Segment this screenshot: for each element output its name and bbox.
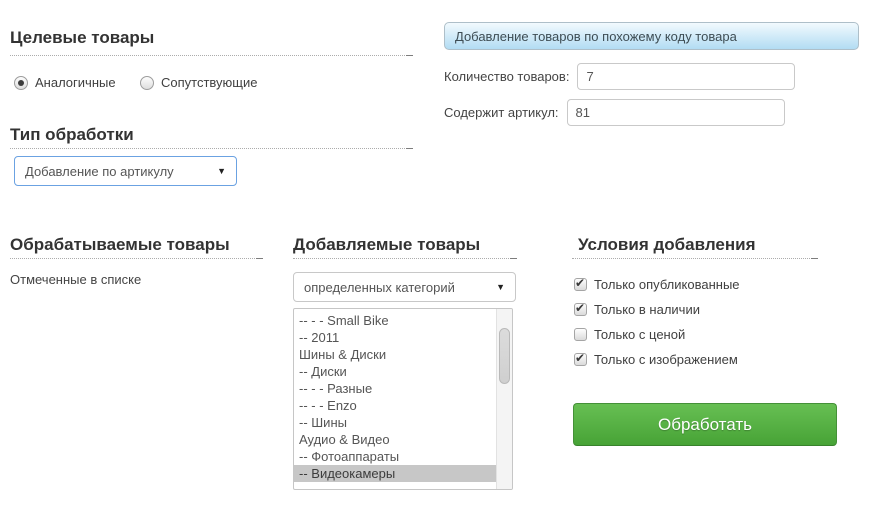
checkbox-only-with-image-label[interactable]: Только с изображением bbox=[594, 352, 738, 367]
processed-products-title: Обрабатываемые товары bbox=[10, 235, 230, 255]
processing-type-title: Тип обработки bbox=[10, 125, 134, 145]
radio-related[interactable]: Сопутствующие bbox=[140, 75, 257, 90]
checkbox-only-published-label[interactable]: Только опубликованные bbox=[594, 277, 740, 292]
sku-contains-field-row: Содержит артикул: bbox=[444, 98, 785, 126]
radio-related-label[interactable]: Сопутствующие bbox=[161, 75, 257, 90]
bulk-product-processing-page: Целевые товары Аналогичные Сопутствующие… bbox=[0, 0, 892, 511]
checkbox-only-with-price-label[interactable]: Только с ценой bbox=[594, 327, 685, 342]
category-option[interactable]: -- 2011 bbox=[294, 329, 496, 346]
info-message-text: Добавление товаров по похожему коду това… bbox=[455, 29, 737, 44]
category-option[interactable]: -- Видеокамеры bbox=[294, 465, 496, 482]
listbox-scrollbar-thumb[interactable] bbox=[499, 328, 510, 384]
categories-list: -- - - Small Bike -- 2011 Шины & Диски -… bbox=[294, 312, 496, 482]
processed-products-note: Отмеченные в списке bbox=[10, 272, 141, 287]
category-option[interactable]: -- Фотоаппараты bbox=[294, 448, 496, 465]
category-source-selected-value: определенных категорий bbox=[304, 280, 455, 295]
radio-icon[interactable] bbox=[140, 76, 154, 90]
checkbox-only-in-stock-label[interactable]: Только в наличии bbox=[594, 302, 700, 317]
divider bbox=[10, 148, 413, 149]
checkbox-only-with-price[interactable]: Только с ценой bbox=[574, 327, 685, 342]
checkbox-only-with-image[interactable]: Только с изображением bbox=[574, 352, 738, 367]
product-count-input[interactable] bbox=[577, 63, 795, 90]
process-button-label: Обработать bbox=[658, 415, 752, 435]
checkbox-icon[interactable] bbox=[574, 328, 587, 341]
processing-type-select[interactable]: Добавление по артикулу ▼ bbox=[14, 156, 237, 186]
radio-icon[interactable] bbox=[14, 76, 28, 90]
category-option[interactable]: -- - - Разные bbox=[294, 380, 496, 397]
sku-contains-input[interactable] bbox=[567, 99, 785, 126]
category-option[interactable]: -- - - Small Bike bbox=[294, 312, 496, 329]
category-option[interactable]: -- Шины bbox=[294, 414, 496, 431]
process-button[interactable]: Обработать bbox=[573, 403, 837, 446]
added-products-title: Добавляемые товары bbox=[293, 235, 480, 255]
category-source-select[interactable]: определенных категорий ▼ bbox=[293, 272, 516, 302]
listbox-scrollbar-track[interactable] bbox=[496, 309, 512, 489]
checkbox-only-in-stock[interactable]: Только в наличии bbox=[574, 302, 700, 317]
category-option[interactable]: Аудио & Видео bbox=[294, 431, 496, 448]
checkbox-icon[interactable] bbox=[574, 278, 587, 291]
target-products-title: Целевые товары bbox=[10, 28, 154, 48]
checkbox-only-published[interactable]: Только опубликованные bbox=[574, 277, 740, 292]
category-option[interactable]: -- - - Enzo bbox=[294, 397, 496, 414]
checkbox-icon[interactable] bbox=[574, 303, 587, 316]
category-option[interactable]: Шины & Диски bbox=[294, 346, 496, 363]
categories-listbox[interactable]: -- - - Small Bike -- 2011 Шины & Диски -… bbox=[293, 308, 513, 490]
product-count-label: Количество товаров: bbox=[444, 69, 569, 84]
divider bbox=[10, 258, 263, 259]
product-count-field-row: Количество товаров: bbox=[444, 62, 795, 90]
radio-analogous[interactable]: Аналогичные bbox=[14, 75, 116, 90]
processing-type-selected-value: Добавление по артикулу bbox=[25, 164, 174, 179]
conditions-title: Условия добавления bbox=[578, 235, 756, 255]
checkbox-icon[interactable] bbox=[574, 353, 587, 366]
divider bbox=[10, 55, 413, 56]
chevron-down-icon: ▼ bbox=[496, 282, 505, 292]
sku-contains-label: Содержит артикул: bbox=[444, 105, 559, 120]
category-option[interactable]: -- Диски bbox=[294, 363, 496, 380]
divider bbox=[572, 258, 818, 259]
radio-analogous-label[interactable]: Аналогичные bbox=[35, 75, 116, 90]
info-message-box: Добавление товаров по похожему коду това… bbox=[444, 22, 859, 50]
divider bbox=[293, 258, 517, 259]
chevron-down-icon: ▼ bbox=[217, 166, 226, 176]
